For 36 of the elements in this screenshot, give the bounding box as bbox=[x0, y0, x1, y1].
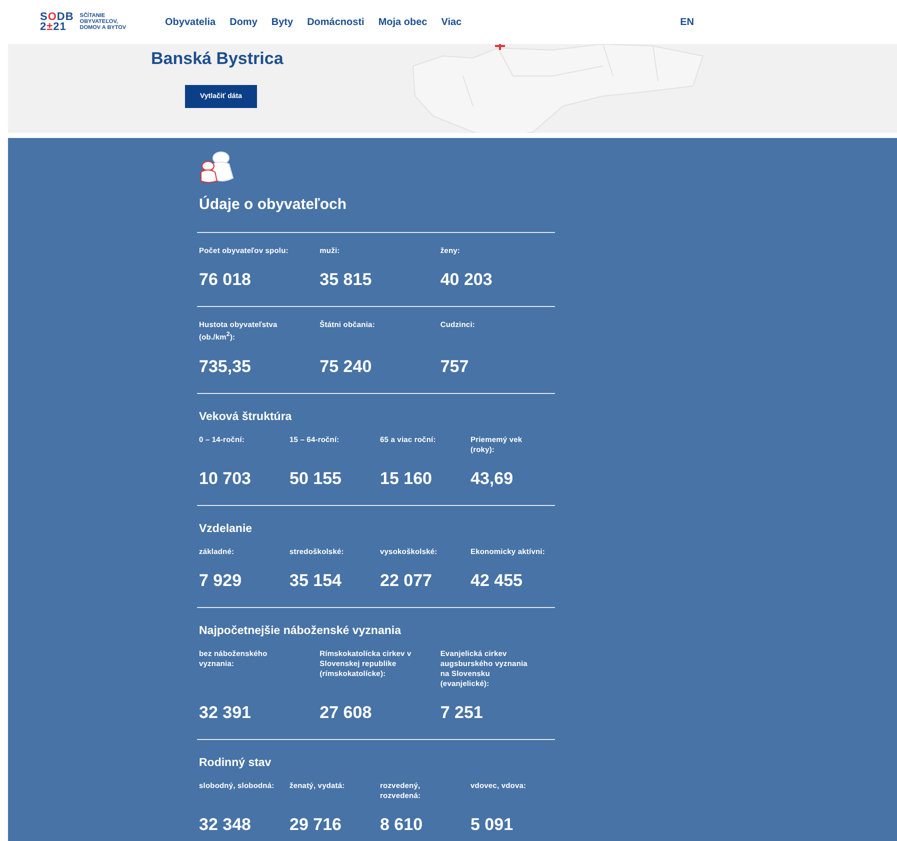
stat-value: 22 077 bbox=[380, 570, 433, 590]
stat-value: 42 455 bbox=[470, 570, 524, 590]
stat-value: 29 716 bbox=[290, 814, 342, 834]
stat-value: 7 251 bbox=[440, 702, 484, 722]
stat-value: 10 703 bbox=[199, 468, 252, 488]
stat-value: 40 203 bbox=[440, 270, 494, 290]
stat-value: 32 348 bbox=[199, 814, 252, 834]
stat-value: 35 154 bbox=[290, 570, 342, 590]
stat-value: 5 091 bbox=[470, 814, 514, 834]
group-title: Vzdelanie bbox=[199, 522, 252, 534]
nav-link[interactable]: Byty bbox=[271, 16, 294, 28]
stat-value: 27 608 bbox=[320, 702, 373, 722]
stat-value: 15 160 bbox=[380, 468, 433, 488]
municipality-title: Banská Bystrica bbox=[151, 49, 284, 69]
group-title: Rodinný stav bbox=[199, 756, 272, 768]
stat-value: 32 391 bbox=[199, 702, 252, 722]
nav-link[interactable]: Domy bbox=[230, 16, 258, 28]
stat-value: 50 155 bbox=[290, 468, 342, 488]
nav-link[interactable]: Obyvatelia bbox=[165, 16, 216, 28]
stat-value: 76 018 bbox=[199, 270, 252, 290]
group-title: Najpočetnejšie náboženské vyznania bbox=[199, 624, 401, 636]
section-title: Údaje o obyvateľoch bbox=[199, 196, 346, 213]
nav-link[interactable]: Moja obec bbox=[378, 16, 428, 28]
stat-value: 8 610 bbox=[380, 814, 424, 834]
language-link[interactable]: EN bbox=[680, 16, 694, 28]
stat-value: 735,35 bbox=[199, 356, 252, 376]
nav-link[interactable]: Domácnosti bbox=[307, 16, 364, 28]
group-title: Veková štruktúra bbox=[199, 410, 292, 422]
stat-value: 43,69 bbox=[470, 468, 514, 488]
stat-value: 75 240 bbox=[320, 356, 373, 376]
logo-mark[interactable]: SODB 2±21 bbox=[40, 12, 74, 32]
people-icon bbox=[199, 150, 235, 184]
nav-link[interactable]: Viac bbox=[441, 16, 462, 28]
stat-value: 7 929 bbox=[199, 570, 243, 590]
stat-value: 757 bbox=[440, 356, 470, 376]
stat-value: 35 815 bbox=[320, 270, 373, 290]
